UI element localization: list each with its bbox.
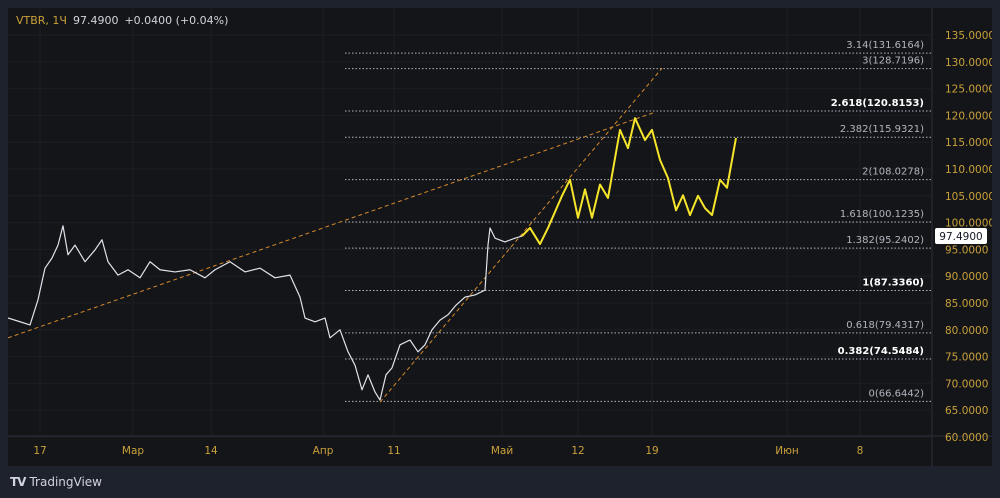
last-price: 97.4900 [72,14,119,27]
x-tick-label: Июн [775,445,799,457]
y-tick-label: 95.0000 [945,244,988,256]
fib-level-label: 2(108.0278) [862,167,924,178]
y-tick-label: 135.0000 [945,30,992,42]
x-tick-label: 12 [571,445,584,457]
x-tick-label: 11 [387,445,400,457]
price-chart[interactable]: 135.0000 130.0000 125.0000 120.0000 115.0000… [7,8,995,466]
fib-level-label: 3(128.7196) [862,56,924,67]
y-tick-label: 60.0000 [945,432,988,444]
current-price-label: 97.4900 [939,231,982,243]
chart-pane[interactable]: 135.0000 130.0000 125.0000 120.0000 115.0000… [7,8,995,466]
trendline[interactable] [379,67,663,403]
y-tick-label: 130.0000 [945,57,992,69]
y-tick-label: 80.0000 [945,325,988,337]
x-tick-label: 19 [645,445,658,457]
fib-level-label: 2.382(115.9321) [840,124,924,135]
fib-level-label: 1.618(100.1235) [840,209,924,220]
tradingview-logo-icon: TV [10,475,27,489]
y-tick-label: 85.0000 [945,298,988,310]
price-series-line[interactable] [7,225,523,401]
y-tick-label: 120.0000 [945,110,992,122]
brand-name: TradingView [29,475,102,489]
x-tick-label: Апр [313,445,334,457]
fib-level-label: 0.382(74.5484) [838,346,924,357]
y-tick-label: 125.0000 [945,84,992,96]
fib-level-label: 0.618(79.4317) [846,320,924,331]
y-tick-label: 70.0000 [945,378,988,390]
x-tick-label: 14 [204,445,218,457]
y-tick-label: 100.0000 [945,218,992,230]
y-tick-label: 65.0000 [945,405,988,417]
x-tick-label: 17 [33,445,46,457]
fib-level-label: 1(87.3360) [862,277,924,288]
x-tick-label: Май [491,445,513,457]
y-tick-label: 75.0000 [945,352,988,364]
y-tick-label: 115.0000 [945,137,992,149]
x-tick-label: 8 [857,445,864,457]
price-change: +0.0400 (+0.04%) [124,14,229,27]
fib-level-label: 2.618(120.8153) [831,98,924,109]
trendline[interactable] [7,111,656,339]
symbol-legend: VTBR, 1Ч 97.4900 +0.0400 (+0.04%) [16,14,228,27]
fib-level-label: 0(66.6442) [868,388,924,399]
y-tick-label: 90.0000 [945,271,988,283]
fib-level-label: 3.14(131.6164) [846,40,924,51]
y-tick-label: 105.0000 [945,191,992,203]
symbol-name[interactable]: VTBR, 1Ч [16,14,67,27]
tradingview-brand[interactable]: TV TradingView [10,475,102,489]
fib-level-label: 1.382(95.2402) [846,235,924,246]
y-tick-label: 110.0000 [945,164,992,176]
x-tick-label: Мар [122,445,144,457]
